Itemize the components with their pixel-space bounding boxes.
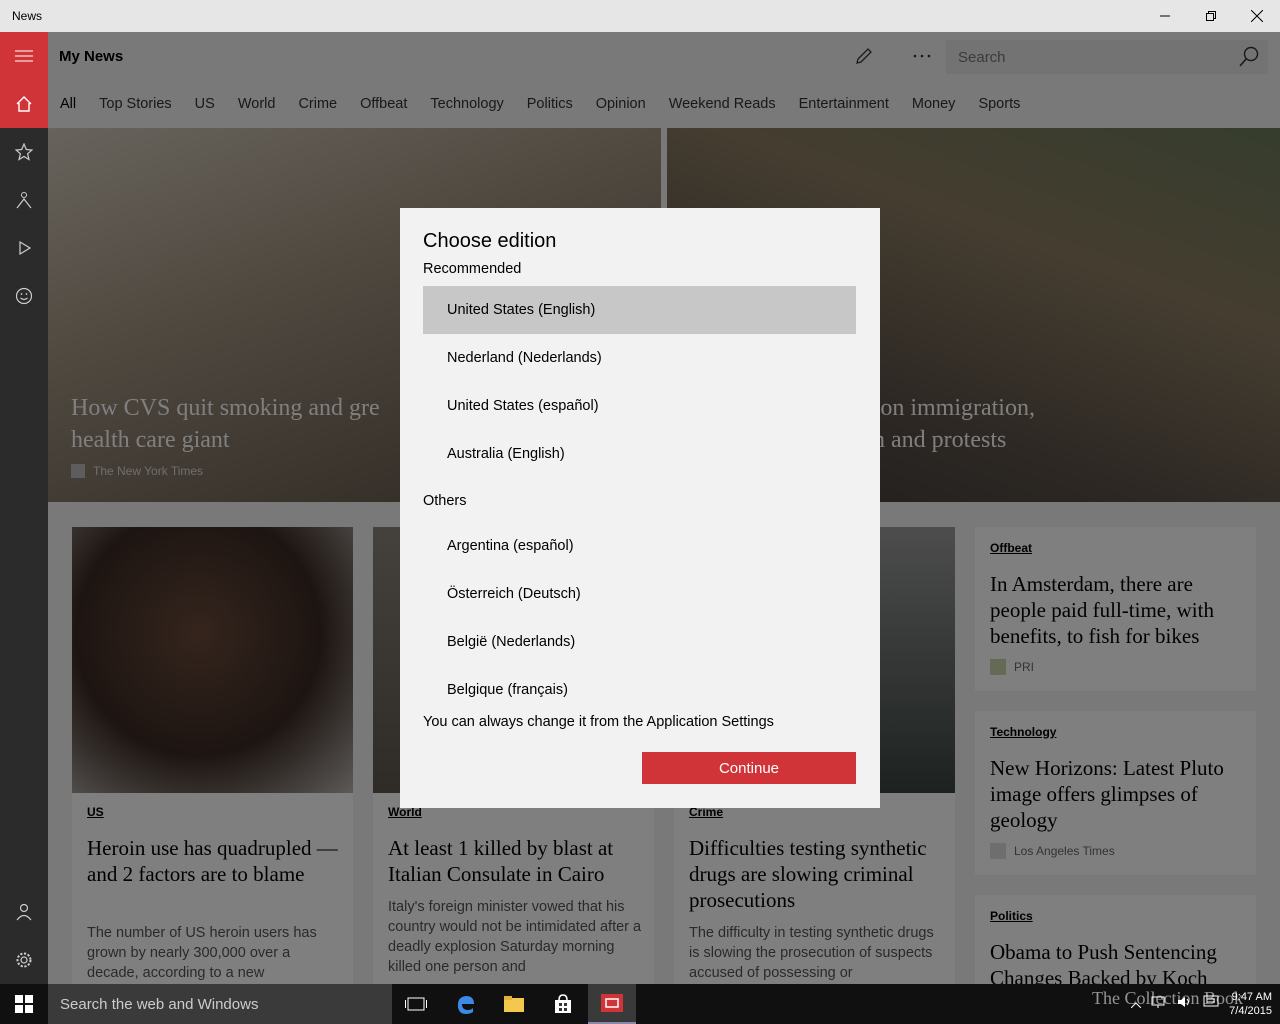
network-icon[interactable]	[1151, 995, 1167, 1014]
nav-local[interactable]	[0, 176, 48, 224]
continue-button[interactable]: Continue	[642, 752, 856, 784]
minimize-button[interactable]	[1142, 0, 1188, 32]
edition-option-belgie[interactable]: België (Nederlands)	[423, 618, 856, 666]
edition-option-united-states-espanol[interactable]: United States (español)	[423, 382, 856, 430]
edition-option-argentina[interactable]: Argentina (español)	[423, 522, 856, 570]
settings-note: You can always change it from the Applic…	[423, 714, 774, 730]
window-title: News	[12, 9, 43, 23]
person-icon	[16, 903, 32, 921]
edition-option-australia[interactable]: Australia (English)	[423, 430, 856, 478]
store-bag-icon	[555, 994, 571, 1013]
news-app-icon	[601, 994, 623, 1012]
hamburger-menu-button[interactable]	[0, 32, 48, 80]
nav-favorites[interactable]	[0, 128, 48, 176]
dialog-title: Choose edition	[423, 230, 557, 252]
local-icon	[16, 192, 32, 209]
nav-account[interactable]	[0, 888, 48, 936]
nav-feedback[interactable]	[0, 272, 48, 320]
restore-button[interactable]	[1188, 0, 1234, 32]
nav-video[interactable]	[0, 224, 48, 272]
nav-home[interactable]	[0, 80, 48, 128]
nav-settings[interactable]	[0, 936, 48, 984]
windows-logo-icon	[15, 995, 33, 1013]
gear-icon	[16, 952, 32, 968]
recommended-label: Recommended	[423, 261, 522, 277]
edition-option-nederland[interactable]: Nederland (Nederlands)	[423, 334, 856, 382]
taskbar-search[interactable]: Search the web and Windows	[48, 984, 392, 1024]
star-icon	[15, 143, 33, 161]
taskbar: Search the web and Windows The Collectio…	[0, 984, 1280, 1024]
news-app-button[interactable]	[588, 984, 636, 1024]
smiley-icon	[15, 287, 33, 305]
chevron-up-icon[interactable]	[1130, 995, 1142, 1013]
close-button[interactable]	[1234, 0, 1280, 32]
close-icon	[1251, 10, 1263, 22]
home-icon	[16, 96, 32, 112]
minimize-icon	[1160, 15, 1170, 17]
start-button[interactable]	[0, 984, 48, 1024]
title-bar: News	[0, 0, 1280, 32]
edge-button[interactable]	[441, 984, 489, 1024]
edition-option-osterreich[interactable]: Österreich (Deutsch)	[423, 570, 856, 618]
action-center-icon[interactable]	[1203, 995, 1219, 1014]
choose-edition-dialog: Choose edition Recommended United States…	[400, 208, 880, 808]
edge-icon	[457, 996, 474, 1014]
hamburger-icon	[15, 50, 33, 62]
file-explorer-button[interactable]	[490, 984, 538, 1024]
system-tray: 9:47 AM 7/4/2015	[1130, 984, 1280, 1024]
folder-icon	[504, 996, 524, 1012]
volume-icon[interactable]	[1177, 995, 1193, 1014]
task-view-icon	[405, 997, 427, 1011]
edition-option-united-states-english[interactable]: United States (English)	[423, 286, 856, 334]
task-view-button[interactable]	[392, 984, 440, 1024]
nav-rail	[0, 32, 48, 984]
play-icon	[19, 240, 32, 256]
store-button[interactable]	[539, 984, 587, 1024]
restore-icon	[1206, 11, 1216, 21]
others-label: Others	[423, 493, 467, 509]
edition-option-belgique[interactable]: Belgique (français)	[423, 666, 856, 714]
clock[interactable]: 9:47 AM 7/4/2015	[1229, 990, 1272, 1018]
